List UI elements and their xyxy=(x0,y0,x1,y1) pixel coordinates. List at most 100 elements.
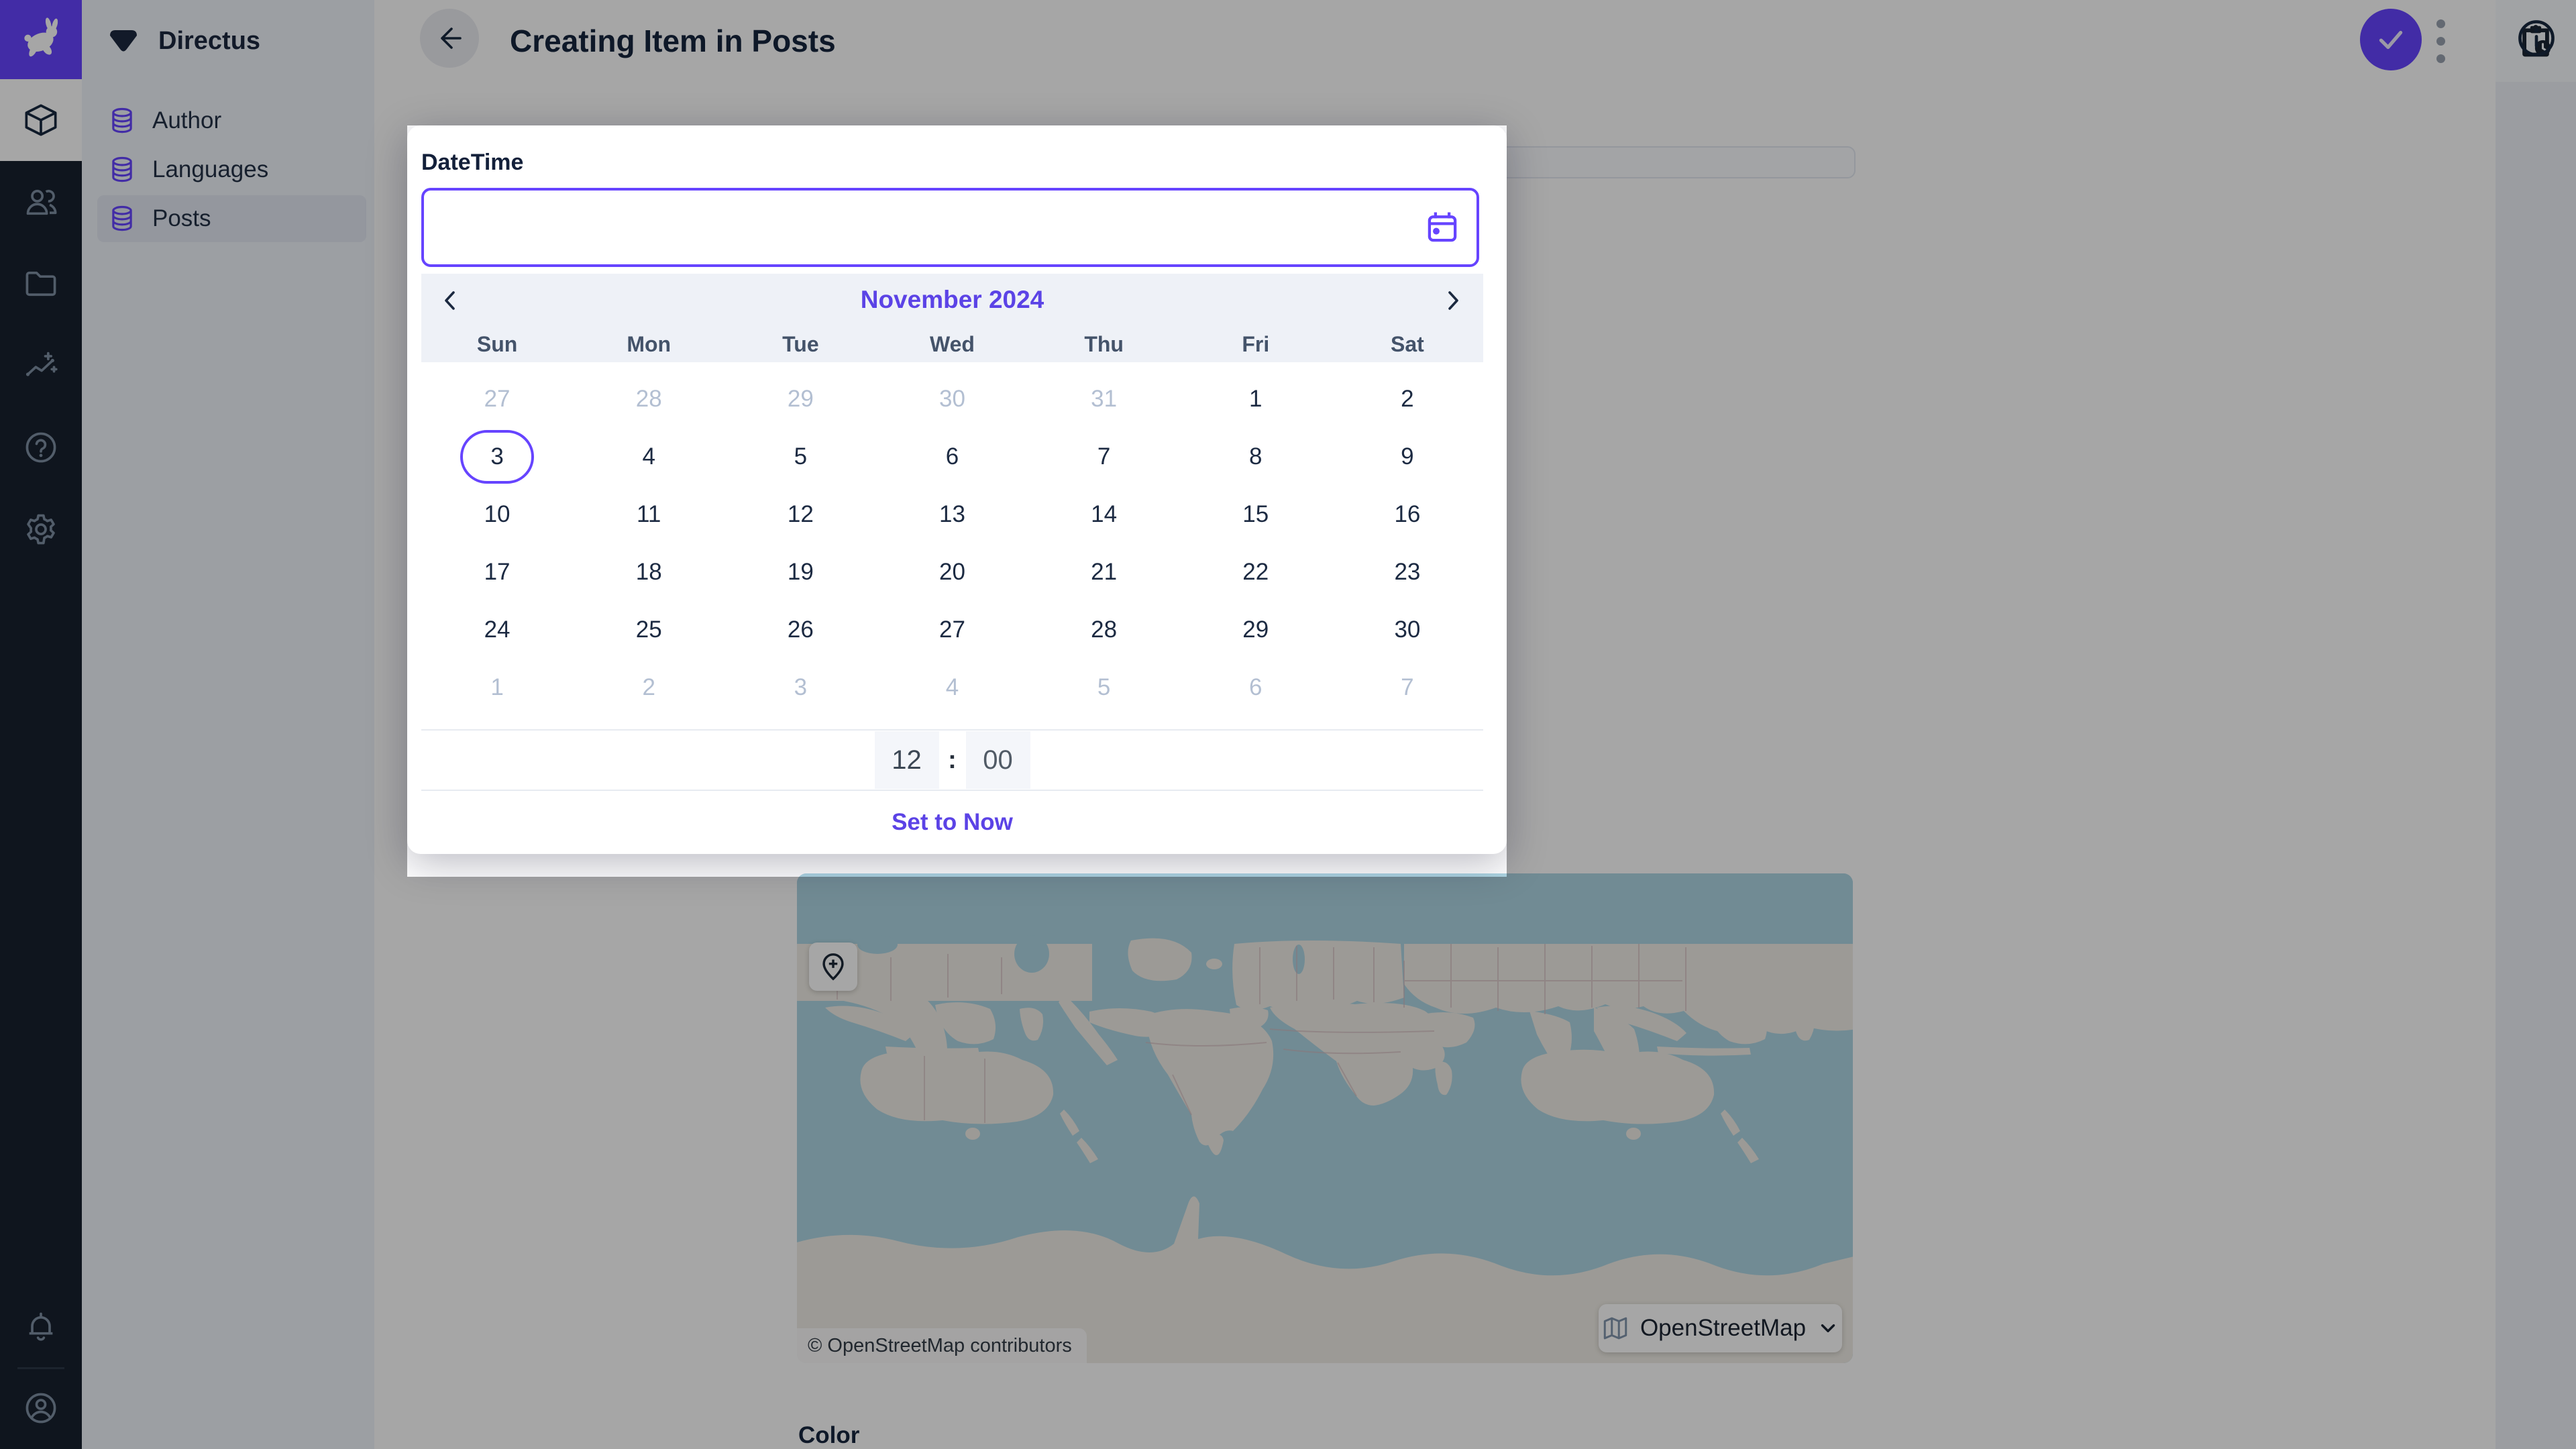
next-month-button[interactable] xyxy=(1435,283,1470,318)
calendar-day[interactable]: 30 xyxy=(876,370,1028,428)
calendar-day[interactable]: 17 xyxy=(421,543,573,601)
insights-icon xyxy=(23,348,58,383)
datetime-popup: DateTime November 2024 SunMonTueWedThuFr… xyxy=(407,125,1507,854)
weekday-label: Tue xyxy=(724,326,876,362)
sidebar-item-author[interactable]: Author xyxy=(97,97,366,144)
calendar-day[interactable]: 30 xyxy=(1332,601,1483,659)
datetime-input-wrap xyxy=(421,188,1479,267)
gear-icon xyxy=(23,512,58,547)
project-name: Directus xyxy=(158,27,260,56)
calendar-day[interactable]: 23 xyxy=(1332,543,1483,601)
weekday-label: Wed xyxy=(876,326,1028,362)
more-options-button[interactable] xyxy=(2427,15,2454,66)
module-files[interactable] xyxy=(0,243,82,325)
database-icon xyxy=(108,156,136,184)
calendar-day[interactable]: 9 xyxy=(1332,428,1483,486)
map-field[interactable] xyxy=(797,873,1853,1363)
rabbit-logo-icon xyxy=(17,17,65,65)
calendar-day[interactable]: 4 xyxy=(876,659,1028,716)
directus-logo[interactable] xyxy=(0,0,82,82)
calendar-day[interactable]: 18 xyxy=(573,543,724,601)
calendar-day[interactable]: 1 xyxy=(1180,370,1332,428)
calendar-day[interactable]: 27 xyxy=(421,370,573,428)
calendar-day-selected[interactable]: 3 xyxy=(421,428,573,486)
calendar-day[interactable]: 4 xyxy=(573,428,724,486)
datetime-field-label: DateTime xyxy=(421,150,523,176)
time-row: 12 : 00 xyxy=(421,731,1483,790)
calendar-day[interactable]: 14 xyxy=(1028,486,1180,543)
calendar-day[interactable]: 25 xyxy=(573,601,724,659)
calendar-button[interactable] xyxy=(1424,209,1460,246)
calendar-day[interactable]: 28 xyxy=(573,370,724,428)
calendar-day[interactable]: 5 xyxy=(724,428,876,486)
weekday-label: Thu xyxy=(1028,326,1180,362)
calendar-day[interactable]: 20 xyxy=(876,543,1028,601)
info-icon xyxy=(2516,17,2557,59)
calendar-day[interactable]: 8 xyxy=(1180,428,1332,486)
notifications-button[interactable] xyxy=(0,1287,82,1368)
calendar-day[interactable]: 13 xyxy=(876,486,1028,543)
calendar-day[interactable]: 24 xyxy=(421,601,573,659)
calendar-day[interactable]: 26 xyxy=(724,601,876,659)
sidebar-item-posts[interactable]: Posts xyxy=(97,195,366,242)
bell-icon xyxy=(23,1310,58,1345)
calendar-day[interactable]: 5 xyxy=(1028,659,1180,716)
calendar-day[interactable]: 6 xyxy=(1180,659,1332,716)
calendar-day[interactable]: 22 xyxy=(1180,543,1332,601)
check-icon xyxy=(2374,23,2408,56)
calendar-day[interactable]: 19 xyxy=(724,543,876,601)
module-settings[interactable] xyxy=(0,488,82,570)
collection-nav: Author Languages Posts xyxy=(82,95,374,244)
month-title[interactable]: November 2024 xyxy=(421,274,1483,326)
world-map xyxy=(797,873,1853,1363)
module-users[interactable] xyxy=(0,161,82,243)
weekday-label: Mon xyxy=(573,326,724,362)
arrow-left-icon xyxy=(433,22,466,54)
account-button[interactable] xyxy=(0,1367,82,1449)
calendar-day[interactable]: 7 xyxy=(1332,659,1483,716)
sidebar-item-label: Posts xyxy=(152,205,211,232)
help-icon xyxy=(23,430,58,465)
folded-map-icon xyxy=(1601,1314,1629,1342)
map-attribution: © OpenStreetMap contributors xyxy=(797,1328,1087,1363)
set-to-now-row: Set to Now xyxy=(421,791,1483,854)
save-button[interactable] xyxy=(2360,9,2422,70)
calendar-day[interactable]: 29 xyxy=(1180,601,1332,659)
color-field-label: Color xyxy=(798,1422,859,1449)
back-button[interactable] xyxy=(420,9,479,68)
calendar-day[interactable]: 12 xyxy=(724,486,876,543)
calendar-day[interactable]: 31 xyxy=(1028,370,1180,428)
calendar-day[interactable]: 10 xyxy=(421,486,573,543)
calendar-day[interactable]: 15 xyxy=(1180,486,1332,543)
hour-input[interactable]: 12 xyxy=(875,731,939,789)
project-header[interactable]: Directus xyxy=(82,0,374,82)
sidebar-item-languages[interactable]: Languages xyxy=(97,146,366,193)
sidebar-item-label: Author xyxy=(152,107,221,134)
map-add-marker-button[interactable] xyxy=(809,943,857,991)
calendar-grid: 2728293031123456789101112131415161718192… xyxy=(421,362,1483,716)
calendar-day[interactable]: 2 xyxy=(1332,370,1483,428)
map-layer-label: OpenStreetMap xyxy=(1640,1315,1806,1342)
calendar-header: November 2024 SunMonTueWedThuFriSat xyxy=(421,274,1483,362)
calendar-day[interactable]: 2 xyxy=(573,659,724,716)
calendar-day[interactable]: 1 xyxy=(421,659,573,716)
module-insights[interactable] xyxy=(0,325,82,407)
calendar-day[interactable]: 28 xyxy=(1028,601,1180,659)
module-docs[interactable] xyxy=(0,407,82,488)
set-to-now-button[interactable]: Set to Now xyxy=(892,809,1013,836)
box-icon xyxy=(23,103,58,138)
info-button[interactable] xyxy=(2514,16,2559,60)
module-content[interactable] xyxy=(0,79,82,161)
chevron-down-icon xyxy=(1817,1317,1839,1340)
minute-input[interactable]: 00 xyxy=(966,731,1030,789)
calendar-day[interactable]: 29 xyxy=(724,370,876,428)
calendar-day[interactable]: 6 xyxy=(876,428,1028,486)
calendar-day[interactable]: 21 xyxy=(1028,543,1180,601)
calendar-day[interactable]: 11 xyxy=(573,486,724,543)
map-layer-button[interactable]: OpenStreetMap xyxy=(1599,1304,1842,1352)
calendar-day[interactable]: 7 xyxy=(1028,428,1180,486)
calendar-day[interactable]: 3 xyxy=(724,659,876,716)
calendar-day[interactable]: 16 xyxy=(1332,486,1483,543)
datetime-input[interactable] xyxy=(443,191,1424,264)
calendar-day[interactable]: 27 xyxy=(876,601,1028,659)
